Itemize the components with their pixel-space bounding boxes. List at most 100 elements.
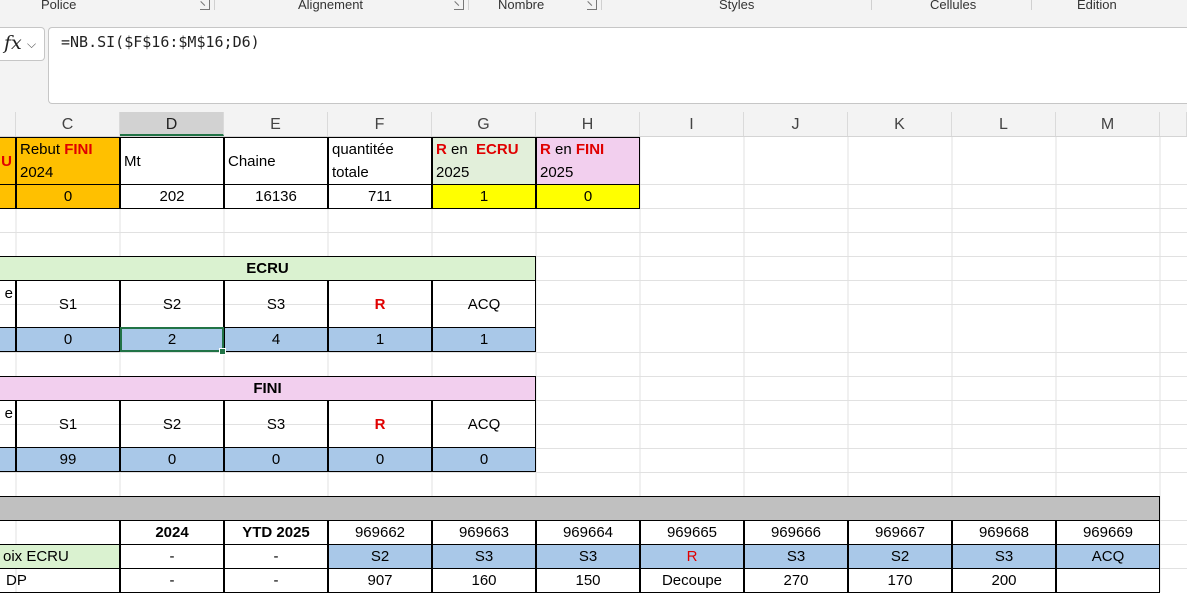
bottom-row1-cell[interactable]: S2 bbox=[848, 544, 952, 569]
bottom-header-label-cell[interactable] bbox=[0, 520, 120, 545]
r-ecru-header-cell[interactable]: R en ECRU 2025 bbox=[432, 137, 536, 185]
cut-header-cell[interactable]: U bbox=[0, 137, 16, 185]
bottom-row2-cell[interactable]: 270 bbox=[744, 568, 848, 593]
fini-title-cell[interactable]: FINI bbox=[0, 376, 536, 401]
r-fini-value-cell[interactable]: 0 bbox=[536, 184, 640, 209]
fill-handle[interactable] bbox=[219, 348, 226, 355]
bottom-row1-cell[interactable]: S3 bbox=[952, 544, 1056, 569]
chaine-header: Chaine bbox=[228, 152, 276, 170]
ecru-s1-header[interactable]: S1 bbox=[16, 280, 120, 328]
bottom-row1-cell[interactable]: S3 bbox=[536, 544, 640, 569]
ribbon-group-nombre: Nombre bbox=[498, 0, 545, 12]
r-ecru-value-cell[interactable]: 1 bbox=[432, 184, 536, 209]
fini-s2-header[interactable]: S2 bbox=[120, 400, 224, 448]
fini-r-value[interactable]: 0 bbox=[328, 447, 432, 472]
ecru-s1-value[interactable]: 0 bbox=[16, 327, 120, 352]
r-fini-header-cell[interactable]: R en FINI 2025 bbox=[536, 137, 640, 185]
fini-s3-value[interactable]: 0 bbox=[224, 447, 328, 472]
bottom-row2-cell[interactable]: Decoupe bbox=[640, 568, 744, 593]
bottom-row2-cell[interactable]: 170 bbox=[848, 568, 952, 593]
column-header-c[interactable]: C bbox=[16, 112, 120, 136]
fini-acq-value[interactable]: 0 bbox=[432, 447, 536, 472]
bottom-header-cell[interactable]: 2024 bbox=[120, 520, 224, 545]
column-header-k[interactable]: K bbox=[848, 112, 952, 136]
bottom-row1-cell[interactable]: S2 bbox=[328, 544, 432, 569]
bottom-header-cell[interactable]: 969669 bbox=[1056, 520, 1160, 545]
bottom-row2-label[interactable]: DP bbox=[0, 568, 120, 593]
ecru-cut-value[interactable] bbox=[0, 327, 16, 352]
gray-band[interactable] bbox=[0, 496, 1160, 521]
ecru-r-value[interactable]: 1 bbox=[328, 327, 432, 352]
fini-cut-cell[interactable]: e bbox=[0, 400, 16, 448]
bottom-header-cell[interactable]: 969668 bbox=[952, 520, 1056, 545]
ecru-r-header[interactable]: R bbox=[328, 280, 432, 328]
column-header-h[interactable]: H bbox=[536, 112, 640, 136]
column-header-f[interactable]: F bbox=[328, 112, 432, 136]
ecru-cut-cell[interactable]: e bbox=[0, 280, 16, 328]
bottom-header-cell[interactable]: 969664 bbox=[536, 520, 640, 545]
fini-acq-header[interactable]: ACQ bbox=[432, 400, 536, 448]
fini-r-header[interactable]: R bbox=[328, 400, 432, 448]
bottom-header-cell[interactable]: 969667 bbox=[848, 520, 952, 545]
mt-header-cell[interactable]: Mt bbox=[120, 137, 224, 185]
quantite-header-cell[interactable]: quantitée totale bbox=[328, 137, 432, 185]
fini-s1-header[interactable]: S1 bbox=[16, 400, 120, 448]
mt-value-cell[interactable]: 202 bbox=[120, 184, 224, 209]
bottom-row1-cell[interactable]: - bbox=[120, 544, 224, 569]
quantite-value-cell[interactable]: 711 bbox=[328, 184, 432, 209]
worksheet-grid[interactable]: U Rebut FINI 2024 Mt Chaine quantitée to… bbox=[0, 137, 1187, 593]
bottom-row1-label[interactable]: oix ECRU bbox=[0, 544, 120, 569]
bottom-row2-cell[interactable]: 907 bbox=[328, 568, 432, 593]
column-header-i[interactable]: I bbox=[640, 112, 744, 136]
bottom-row2-cell[interactable] bbox=[1056, 568, 1160, 593]
ecru-title-cell[interactable]: ECRU bbox=[0, 256, 536, 281]
dialog-launcher-icon[interactable] bbox=[587, 0, 597, 10]
column-header-n-partial[interactable] bbox=[1160, 112, 1187, 136]
bottom-row2-cell[interactable]: 200 bbox=[952, 568, 1056, 593]
bottom-row1-cell[interactable]: R bbox=[640, 544, 744, 569]
bottom-row2-cell[interactable]: - bbox=[120, 568, 224, 593]
column-header-l[interactable]: L bbox=[952, 112, 1056, 136]
cut-value-cell[interactable] bbox=[0, 184, 16, 209]
dialog-launcher-icon[interactable] bbox=[454, 0, 464, 10]
bottom-row1-cell[interactable]: ACQ bbox=[1056, 544, 1160, 569]
ecru-s3-value[interactable]: 4 bbox=[224, 327, 328, 352]
fini-s3-header[interactable]: S3 bbox=[224, 400, 328, 448]
ecru-acq-value[interactable]: 1 bbox=[432, 327, 536, 352]
fini-s2-value[interactable]: 0 bbox=[120, 447, 224, 472]
chaine-header-cell[interactable]: Chaine bbox=[224, 137, 328, 185]
column-header-b-partial[interactable] bbox=[0, 112, 16, 136]
bottom-row2-cell[interactable]: 150 bbox=[536, 568, 640, 593]
bottom-row1-cell[interactable]: S3 bbox=[744, 544, 848, 569]
column-header-m[interactable]: M bbox=[1056, 112, 1160, 136]
column-header-j[interactable]: J bbox=[744, 112, 848, 136]
rebut-header-cell[interactable]: Rebut FINI 2024 bbox=[16, 137, 120, 185]
ecru-s2-value-selected[interactable]: 2 bbox=[120, 327, 224, 352]
bottom-header-cell[interactable]: 969662 bbox=[328, 520, 432, 545]
bottom-row1-cell[interactable]: S3 bbox=[432, 544, 536, 569]
bottom-row2-cell[interactable]: 160 bbox=[432, 568, 536, 593]
fini-s1-value[interactable]: 99 bbox=[16, 447, 120, 472]
bottom-header-cell[interactable]: 969663 bbox=[432, 520, 536, 545]
ecru-s2-header[interactable]: S2 bbox=[120, 280, 224, 328]
bottom-row2-cell[interactable]: - bbox=[224, 568, 328, 593]
ribbon-separator bbox=[214, 0, 215, 10]
bottom-header-cell[interactable]: YTD 2025 bbox=[224, 520, 328, 545]
bottom-row1-cell[interactable]: - bbox=[224, 544, 328, 569]
formula-input[interactable]: =NB.SI($F$16:$M$16;D6) bbox=[48, 27, 1187, 104]
dialog-launcher-icon[interactable] bbox=[200, 0, 210, 10]
chaine-value-cell[interactable]: 16136 bbox=[224, 184, 328, 209]
column-header-d[interactable]: D bbox=[120, 112, 224, 136]
fini-cut-value[interactable] bbox=[0, 447, 16, 472]
rebut-value-cell[interactable]: 0 bbox=[16, 184, 120, 209]
insert-function-button[interactable]: fx ⌵ bbox=[0, 27, 45, 61]
column-header-e[interactable]: E bbox=[224, 112, 328, 136]
ribbon-group-styles: Styles bbox=[719, 0, 755, 12]
formula-text[interactable]: =NB.SI($F$16:$M$16;D6) bbox=[61, 33, 260, 51]
ecru-acq-header[interactable]: ACQ bbox=[432, 280, 536, 328]
bottom-header-cell[interactable]: 969666 bbox=[744, 520, 848, 545]
bottom-header-cell[interactable]: 969665 bbox=[640, 520, 744, 545]
chevron-down-icon[interactable]: ⌵ bbox=[27, 37, 36, 52]
column-header-g[interactable]: G bbox=[432, 112, 536, 136]
ecru-s3-header[interactable]: S3 bbox=[224, 280, 328, 328]
